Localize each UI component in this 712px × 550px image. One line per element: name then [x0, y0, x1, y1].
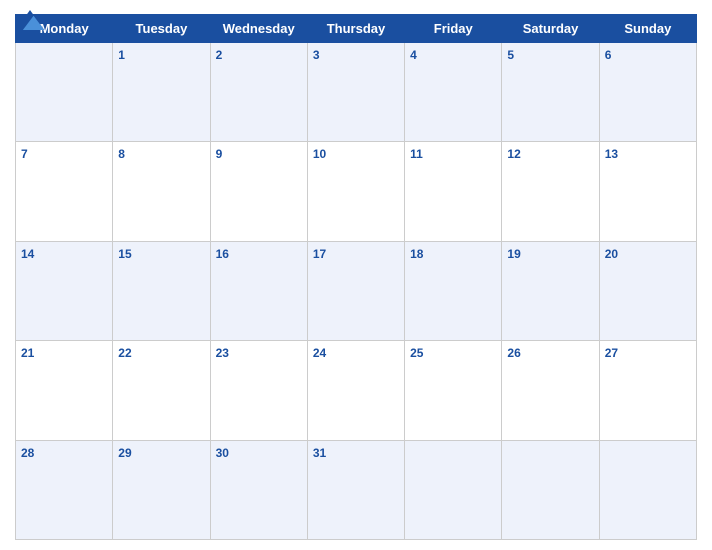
date-number: 11 [410, 147, 423, 161]
day-headers: MondayTuesdayWednesdayThursdayFridaySatu… [16, 15, 697, 43]
calendar-week-4: 28 29 30 31 [16, 440, 697, 539]
calendar-cell: 31 [307, 440, 404, 539]
calendar-cell: 4 [405, 43, 502, 142]
calendar-table: MondayTuesdayWednesdayThursdayFridaySatu… [15, 14, 697, 540]
calendar-cell: 14 [16, 241, 113, 340]
date-number: 24 [313, 346, 326, 360]
date-number: 19 [507, 247, 520, 261]
calendar-cell: 7 [16, 142, 113, 241]
date-number: 28 [21, 446, 34, 460]
calendar-cell: 17 [307, 241, 404, 340]
calendar-cell: 3 [307, 43, 404, 142]
calendar-cell: 6 [599, 43, 696, 142]
date-number: 10 [313, 147, 326, 161]
calendar-cell: 2 [210, 43, 307, 142]
calendar-cell: 25 [405, 341, 502, 440]
date-number: 15 [118, 247, 131, 261]
date-number: 6 [605, 48, 612, 62]
calendar-cell: 26 [502, 341, 599, 440]
calendar-cell: 5 [502, 43, 599, 142]
calendar-cell: 9 [210, 142, 307, 241]
date-number: 4 [410, 48, 417, 62]
date-number: 29 [118, 446, 131, 460]
date-number: 26 [507, 346, 520, 360]
calendar-cell [599, 440, 696, 539]
date-number: 20 [605, 247, 618, 261]
day-header-saturday: Saturday [502, 15, 599, 43]
date-number: 27 [605, 346, 618, 360]
date-number: 7 [21, 147, 28, 161]
date-number: 12 [507, 147, 520, 161]
calendar-cell: 16 [210, 241, 307, 340]
calendar-cell [502, 440, 599, 539]
calendar-week-3: 21 22 23 24 25 26 27 [16, 341, 697, 440]
date-number: 8 [118, 147, 125, 161]
calendar-cell: 21 [16, 341, 113, 440]
calendar-cell: 30 [210, 440, 307, 539]
date-number: 16 [216, 247, 229, 261]
calendar-cell: 12 [502, 142, 599, 241]
date-number: 3 [313, 48, 320, 62]
date-number: 30 [216, 446, 229, 460]
calendar-cell: 19 [502, 241, 599, 340]
date-number: 25 [410, 346, 423, 360]
calendar-cell: 15 [113, 241, 210, 340]
calendar-cell: 23 [210, 341, 307, 440]
calendar-cell: 8 [113, 142, 210, 241]
date-number: 31 [313, 446, 326, 460]
day-header-friday: Friday [405, 15, 502, 43]
date-number: 1 [118, 48, 125, 62]
calendar-cell: 18 [405, 241, 502, 340]
date-number: 18 [410, 247, 423, 261]
calendar-cell: 1 [113, 43, 210, 142]
date-number: 22 [118, 346, 131, 360]
calendar-cell: 22 [113, 341, 210, 440]
calendar-cell: 20 [599, 241, 696, 340]
calendar-cell: 13 [599, 142, 696, 241]
calendar-cell: 27 [599, 341, 696, 440]
calendar-cell: 11 [405, 142, 502, 241]
calendar-body: 1234567891011121314151617181920212223242… [16, 43, 697, 540]
day-header-sunday: Sunday [599, 15, 696, 43]
day-header-tuesday: Tuesday [113, 15, 210, 43]
calendar-week-2: 14 15 16 17 18 19 20 [16, 241, 697, 340]
date-number: 5 [507, 48, 514, 62]
day-header-thursday: Thursday [307, 15, 404, 43]
date-number: 21 [21, 346, 34, 360]
logo-icon [15, 10, 45, 30]
day-header-wednesday: Wednesday [210, 15, 307, 43]
calendar-week-1: 7 8 9 10 11 12 13 [16, 142, 697, 241]
calendar-cell: 10 [307, 142, 404, 241]
calendar-week-0: 1 2 3 4 5 6 [16, 43, 697, 142]
date-number: 9 [216, 147, 223, 161]
calendar-cell [405, 440, 502, 539]
calendar-cell: 28 [16, 440, 113, 539]
calendar-cell: 29 [113, 440, 210, 539]
date-number: 23 [216, 346, 229, 360]
calendar-cell: 24 [307, 341, 404, 440]
logo [15, 10, 45, 30]
calendar-cell [16, 43, 113, 142]
date-number: 14 [21, 247, 34, 261]
date-number: 17 [313, 247, 326, 261]
date-number: 13 [605, 147, 618, 161]
date-number: 2 [216, 48, 223, 62]
calendar-header-row: MondayTuesdayWednesdayThursdayFridaySatu… [16, 15, 697, 43]
